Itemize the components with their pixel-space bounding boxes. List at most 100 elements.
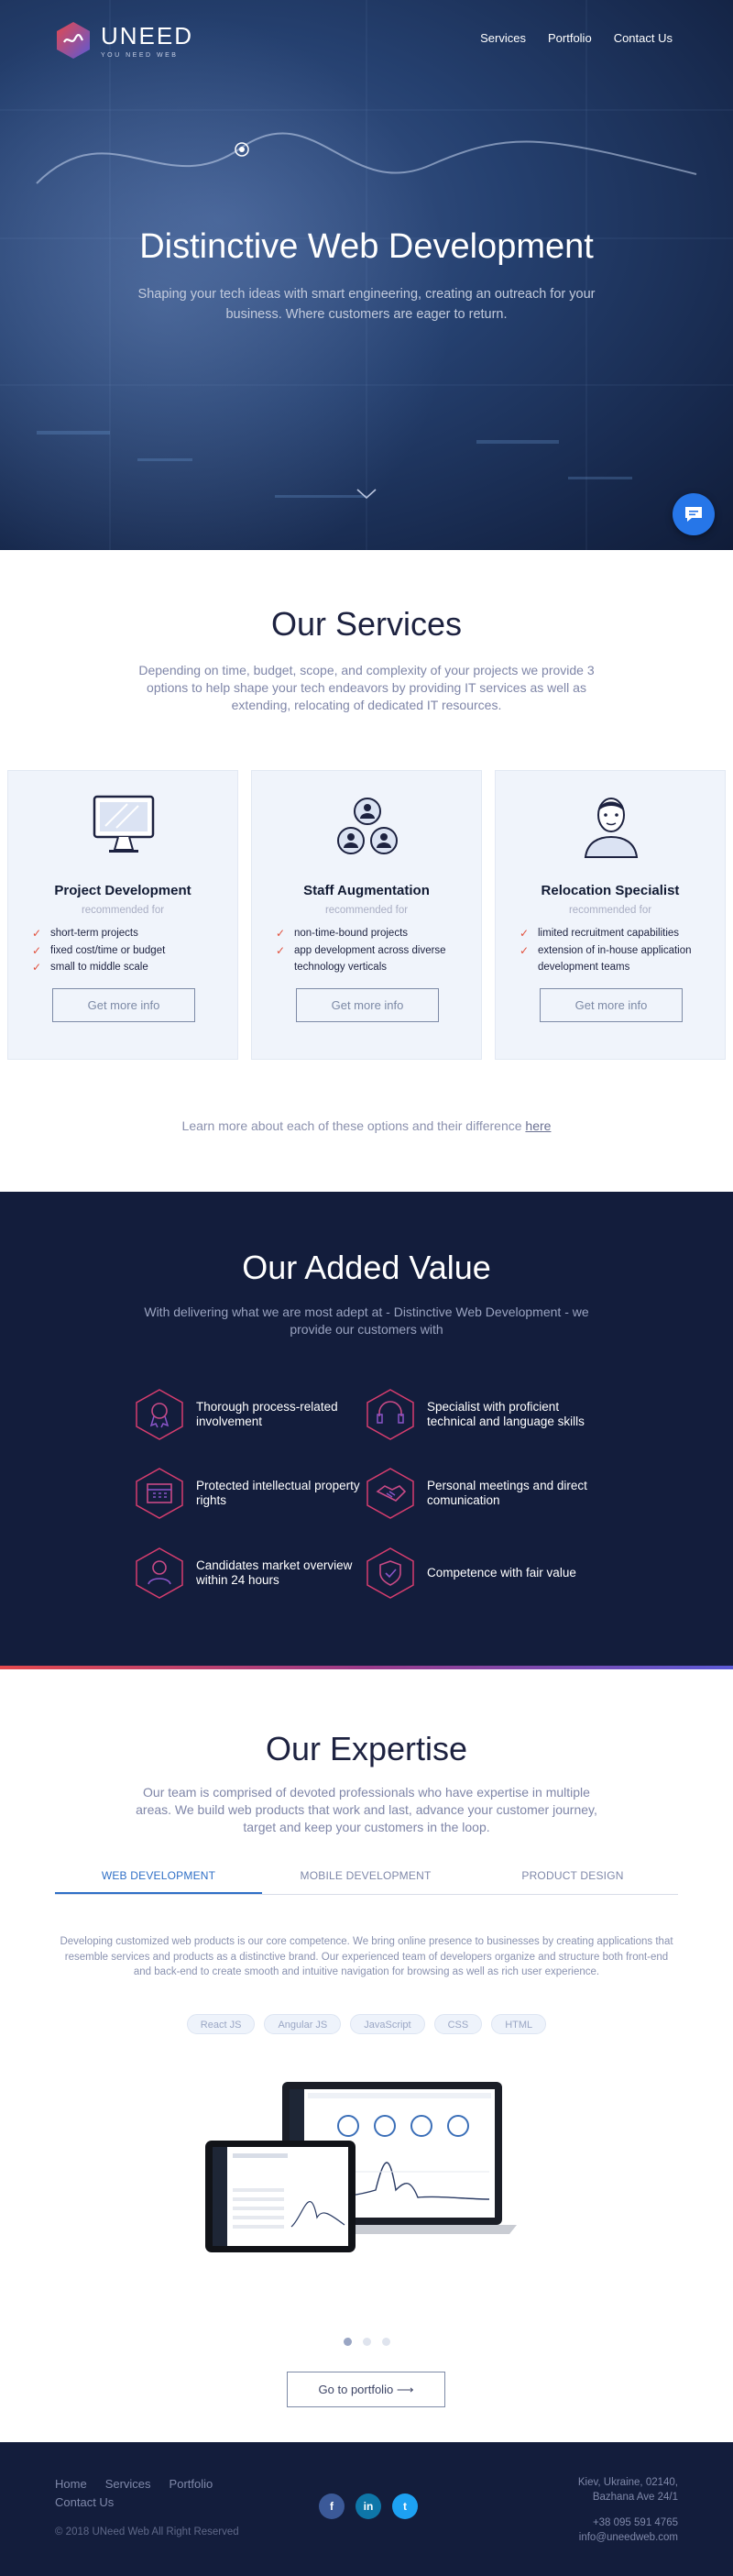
nav-portfolio[interactable]: Portfolio	[548, 31, 592, 45]
headset-icon	[366, 1389, 414, 1440]
footer: Home Services Portfolio Contact Us © 201…	[0, 2442, 733, 2576]
value-item-label: Personal meetings and direct comunicatio…	[427, 1479, 587, 1507]
chip-angular: Angular JS	[264, 2014, 342, 2034]
card-title: Project Development	[54, 883, 191, 898]
social-links: f in t	[319, 2493, 418, 2519]
tab-web-development[interactable]: WEB DEVELOPMENT	[55, 1866, 262, 1894]
facebook-icon[interactable]: f	[319, 2493, 345, 2519]
footer-link-portfolio[interactable]: Portfolio	[170, 2477, 213, 2491]
carousel-dot[interactable]	[362, 2338, 371, 2346]
nav-services[interactable]: Services	[480, 31, 526, 45]
list-item: ✓ limited recruitment capabilities	[520, 925, 712, 942]
chip-javascript: JavaScript	[350, 2014, 425, 2034]
get-more-info-button[interactable]: Get more info	[52, 988, 195, 1022]
get-more-info-button[interactable]: Get more info	[296, 988, 439, 1022]
tab-product-design[interactable]: PRODUCT DESIGN	[469, 1866, 676, 1894]
check-icon: ✓	[32, 927, 42, 940]
tech-chips: React JS Angular JS JavaScript CSS HTML	[0, 2014, 733, 2034]
carousel-dot[interactable]	[343, 2338, 352, 2346]
scroll-down-chevron-icon[interactable]	[356, 488, 377, 501]
phone[interactable]: +38 095 591 4765	[578, 2515, 678, 2530]
devices-mockup-image	[205, 2082, 517, 2252]
brand-tagline: YOU NEED WEB	[101, 52, 179, 59]
arrow-right-icon: ⟶	[396, 2382, 414, 2396]
value-item: Thorough process-related involvement	[134, 1387, 372, 1442]
chip-react: React JS	[186, 2014, 256, 2034]
card-title: Staff Augmentation	[303, 883, 430, 898]
value-item: Competence with fair value	[365, 1546, 603, 1601]
check-icon: ✓	[520, 927, 530, 940]
hero-title: Distinctive Web Development	[139, 227, 594, 266]
brand-logo[interactable]: UNEED YOU NEED WEB	[55, 20, 193, 61]
footer-link-services[interactable]: Services	[105, 2477, 151, 2491]
list-item-text: fixed cost/time or budget	[50, 944, 166, 956]
check-icon: ✓	[276, 927, 286, 940]
check-icon: ✓	[32, 943, 42, 957]
calendar-icon	[136, 1468, 183, 1519]
footer-link-contact[interactable]: Contact Us	[55, 2495, 114, 2509]
list-item: ✓ non-time-bound projects	[276, 925, 468, 942]
logo-hexagon-icon	[57, 22, 90, 59]
list-item-text: extension of in-house application develo…	[538, 944, 692, 974]
monitor-icon	[93, 795, 155, 853]
value-item-label: Protected intellectual property rights	[196, 1479, 360, 1507]
hero-background-lines	[0, 0, 733, 550]
hero-subtitle: Shaping your tech ideas with smart engin…	[137, 287, 596, 322]
list-item: ✓ extension of in-house application devel…	[520, 942, 712, 976]
list-item: ✓ app development across diverse technolo…	[276, 942, 468, 976]
learn-more-text: Learn more about each of these options a…	[0, 1118, 733, 1133]
candidate-icon	[136, 1547, 183, 1599]
expertise-description: Developing customized web products is ou…	[60, 1936, 673, 1977]
list-item: ✓ small to middle scale	[32, 959, 224, 976]
chat-button[interactable]	[673, 493, 715, 535]
card-recommended-label: recommended for	[81, 905, 165, 916]
twitter-icon[interactable]: t	[392, 2493, 418, 2519]
nav-contact-us[interactable]: Contact Us	[614, 31, 673, 45]
carousel-dot[interactable]	[381, 2338, 390, 2346]
brand-name: UNEED	[101, 22, 194, 50]
added-value-subtitle: With delivering what we are most adept a…	[144, 1305, 589, 1337]
linkedin-icon[interactable]: in	[356, 2493, 381, 2519]
value-item-label: Thorough process-related involvement	[196, 1400, 338, 1428]
check-icon: ✓	[520, 943, 530, 957]
service-card-relocation-specialist: Relocation Specialist recommended for ✓ l…	[495, 770, 726, 1060]
chip-html: HTML	[491, 2014, 547, 2034]
card-list: ✓ non-time-bound projects ✓ app developmen…	[276, 925, 468, 976]
check-icon: ✓	[276, 943, 286, 957]
footer-address: Kiev, Ukraine, 02140, Bazhana Ave 24/1 +…	[578, 2475, 678, 2545]
added-value-title: Our Added Value	[242, 1249, 491, 1286]
tab-mobile-development[interactable]: MOBILE DEVELOPMENT	[262, 1866, 469, 1894]
list-item: ✓ short-term projects	[32, 925, 224, 942]
chip-css: CSS	[433, 2014, 483, 2034]
copyright: © 2018 UNeed Web All Right Reserved	[55, 2526, 239, 2537]
service-card-staff-augmentation: Staff Augmentation recommended for ✓ non-…	[251, 770, 482, 1060]
services-title: Our Services	[270, 605, 463, 643]
main-nav: Services Portfolio Contact Us	[480, 31, 673, 45]
address-line: Bazhana Ave 24/1	[592, 2492, 678, 2503]
value-item-label: Specialist with proficient technical and…	[427, 1400, 585, 1428]
list-item-text: short-term projects	[50, 928, 138, 939]
list-item-text: small to middle scale	[50, 962, 148, 973]
expertise-tabs: WEB DEVELOPMENT MOBILE DEVELOPMENT PRODU…	[55, 1866, 678, 1895]
added-value-section: Our Added Value With delivering what we …	[0, 1192, 733, 1669]
list-item-text: app development across diverse technolog…	[294, 944, 446, 974]
learn-more-link[interactable]: here	[525, 1118, 551, 1133]
value-item: Personal meetings and direct comunicatio…	[365, 1466, 603, 1521]
list-item-text: limited recruitment capabilities	[538, 928, 680, 939]
value-item-label: Competence with fair value	[427, 1566, 576, 1580]
address-line: Kiev, Ukraine, 02140,	[577, 2477, 678, 2488]
email[interactable]: info@uneedweb.com	[578, 2530, 678, 2545]
expertise-subtitle: Our team is comprised of devoted profess…	[136, 1785, 597, 1834]
value-item: Specialist with proficient technical and…	[365, 1387, 603, 1442]
get-more-info-button[interactable]: Get more info	[540, 988, 683, 1022]
check-icon: ✓	[32, 961, 42, 974]
go-to-portfolio-button[interactable]: Go to portfolio ⟶	[287, 2372, 445, 2407]
award-icon	[136, 1389, 183, 1440]
portfolio-button-label: Go to portfolio	[318, 2382, 394, 2396]
shield-icon	[366, 1547, 414, 1599]
handshake-icon	[366, 1468, 414, 1519]
person-icon	[584, 798, 639, 858]
footer-link-home[interactable]: Home	[55, 2477, 87, 2491]
list-item: ✓ fixed cost/time or budget	[32, 942, 224, 960]
chat-bubble-icon	[685, 507, 702, 522]
